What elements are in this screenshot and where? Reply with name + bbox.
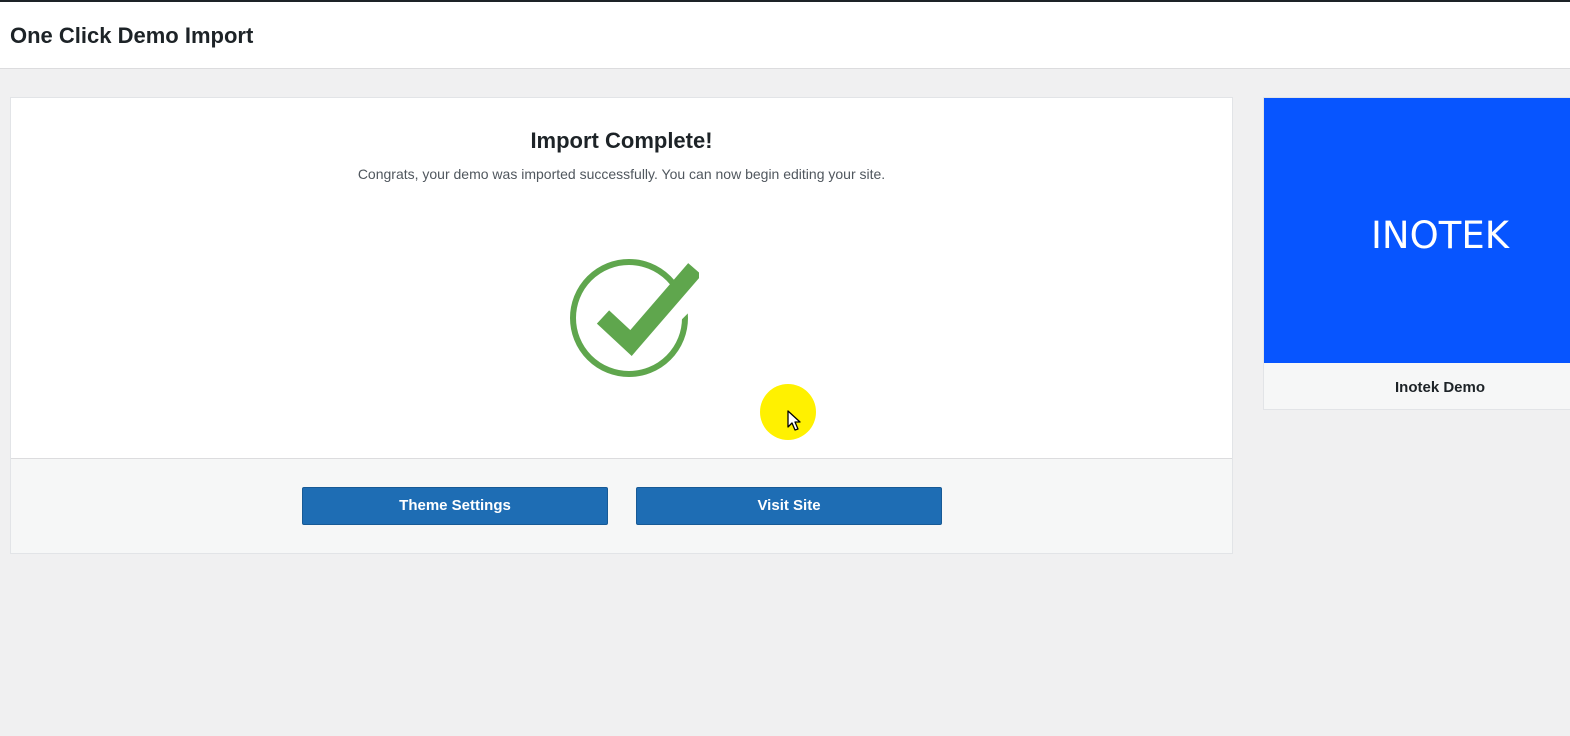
visit-site-button[interactable]: Visit Site	[636, 487, 942, 525]
theme-settings-button[interactable]: Theme Settings	[302, 487, 608, 525]
success-checkmark-icon	[570, 259, 699, 377]
import-actions-footer: Theme Settings Visit Site	[11, 458, 1232, 553]
import-result-body: Import Complete! Congrats, your demo was…	[11, 98, 1232, 458]
mouse-cursor-icon	[787, 410, 801, 431]
import-heading: Import Complete!	[530, 128, 713, 153]
demo-preview-card[interactable]: INOTEK Inotek Demo	[1263, 97, 1570, 410]
demo-thumbnail: INOTEK	[1264, 98, 1570, 363]
demo-logo: INOTEK	[1371, 214, 1509, 257]
import-complete-card: Import Complete! Congrats, your demo was…	[10, 97, 1233, 554]
demo-name: Inotek Demo	[1394, 379, 1485, 396]
page-title: One Click Demo Import	[10, 23, 254, 48]
import-message: Congrats, your demo was imported success…	[357, 166, 886, 182]
page-header: One Click Demo Import	[0, 2, 1570, 69]
